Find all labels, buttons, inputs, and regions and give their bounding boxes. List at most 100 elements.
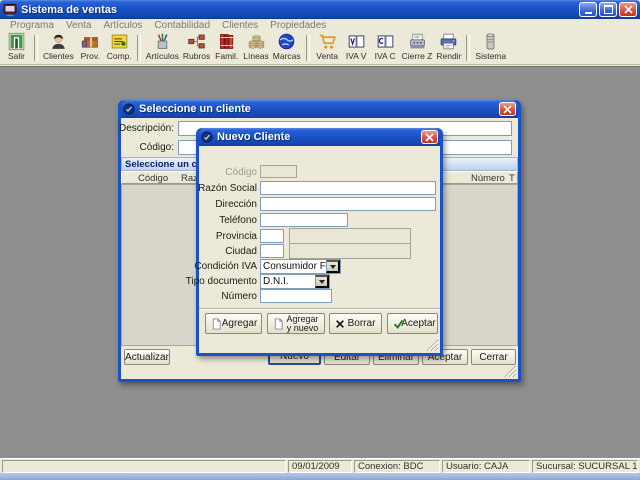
chevron-down-icon <box>318 279 325 284</box>
nc-tipo-documento-combo[interactable]: D.N.I. <box>260 274 330 289</box>
nc-condicion-iva-combo[interactable]: Consumidor Final <box>260 259 341 274</box>
nc-numero-label: Número <box>221 291 257 302</box>
status-panel-connection: Conexion: BDC <box>354 459 440 473</box>
window-bottom-border <box>0 473 640 480</box>
nc-direccion-input[interactable] <box>260 197 436 211</box>
nc-direccion-label: Dirección <box>215 199 257 210</box>
nc-ciudad-name-field <box>289 243 411 259</box>
articles-brushes-icon <box>153 32 172 51</box>
families-books-icon <box>217 32 236 51</box>
lines-coins-icon <box>247 32 266 51</box>
accept-check-icon <box>393 318 404 329</box>
status-panel-date: 09/01/2009 <box>288 459 352 473</box>
menu-item-clientes[interactable]: Clientes <box>216 20 264 31</box>
borrar-button[interactable]: Borrar <box>329 313 382 334</box>
close-button[interactable] <box>619 2 637 17</box>
nc-aceptar-button[interactable]: Aceptar <box>387 313 438 334</box>
toolbar-venta-button[interactable]: Venta <box>313 32 342 64</box>
toolbar-rubros-button[interactable]: Rubros <box>181 32 212 64</box>
new-client-titlebar[interactable]: Nuevo Cliente <box>199 128 440 146</box>
new-client-dialog: Nuevo Cliente Código Razón Social Direcc… <box>186 128 443 356</box>
iva-purchases-book-icon <box>376 32 395 51</box>
menu-item-contabilidad[interactable]: Contabilidad <box>148 20 216 31</box>
toolbar-lineas-button[interactable]: Líneas <box>241 32 271 64</box>
grid-column-codigo[interactable]: Código <box>138 173 168 184</box>
codigo-label: Código: <box>139 142 174 153</box>
cerrar-button[interactable]: Cerrar <box>471 349 516 365</box>
system-tower-icon <box>481 32 500 51</box>
nc-tipo-documento-label: Tipo documento <box>185 276 257 287</box>
borrar-label: Borrar <box>347 318 376 329</box>
nc-ciudad-code-input[interactable] <box>260 244 284 258</box>
toolbar-articulos-button[interactable]: Artículos <box>144 32 181 64</box>
toolbar-salir-button[interactable]: Salir <box>2 32 31 64</box>
maximize-icon <box>603 5 613 14</box>
toolbar-proveedores-button[interactable]: Prov. <box>76 32 105 64</box>
nc-razon-social-label: Razón Social <box>198 183 257 194</box>
actualizar-button[interactable]: Actualizar <box>124 349 170 365</box>
nc-tipo-documento-dropdown-button[interactable] <box>315 275 329 288</box>
resize-grip[interactable] <box>504 365 517 378</box>
close-icon <box>425 132 434 142</box>
dialog-icon <box>201 131 213 143</box>
app-icon <box>3 3 17 17</box>
toolbar-marcas-button[interactable]: Marcas <box>271 32 303 64</box>
delete-x-icon <box>335 319 345 329</box>
window-title: Sistema de ventas <box>21 3 117 16</box>
minimize-button[interactable] <box>579 2 597 17</box>
new-client-content: Código Razón Social Dirección Teléfono P… <box>186 146 440 353</box>
nc-condicion-iva-dropdown-button[interactable] <box>326 260 340 273</box>
agregar-y-nuevo-label: Agregar y nuevo <box>286 313 319 333</box>
sale-cart-icon <box>318 32 337 51</box>
new-document-icon <box>211 318 222 330</box>
new-client-title: Nuevo Cliente <box>217 131 291 143</box>
toolbar-familias-button[interactable]: Famil. <box>212 32 241 64</box>
client-person-icon <box>49 32 68 51</box>
grid-column-numero[interactable]: Número <box>471 173 505 184</box>
menu-item-programa[interactable]: Programa <box>4 20 60 31</box>
dialog-icon <box>123 103 135 115</box>
toolbar-compras-button[interactable]: Comp. <box>105 32 134 64</box>
menu-item-venta[interactable]: Venta <box>60 20 98 31</box>
toolbar-clientes-button[interactable]: Clientes <box>41 32 76 64</box>
toolbar-iva-compras-button[interactable]: IVA C <box>371 32 400 64</box>
menu-bar: Programa Venta Artículos Contabilidad Cl… <box>0 19 640 32</box>
agregar-button[interactable]: Agregar <box>205 313 262 334</box>
toolbar-rendir-button[interactable]: Rendir <box>434 32 463 64</box>
window-controls <box>579 2 637 17</box>
toolbar-iva-ventas-button[interactable]: IVA V <box>342 32 371 64</box>
main-titlebar[interactable]: Sistema de ventas <box>0 0 640 19</box>
menu-item-articulos[interactable]: Artículos <box>98 20 149 31</box>
status-panel-branch: Sucursal: SUCURSAL 1 <box>532 459 638 473</box>
toolbar-separator <box>136 35 141 61</box>
status-panel-user: Usuario: CAJA <box>442 459 530 473</box>
minimize-icon <box>584 12 592 14</box>
select-client-titlebar[interactable]: Seleccione un cliente <box>121 100 518 118</box>
menu-item-propiedades[interactable]: Propiedades <box>264 20 332 31</box>
resize-grip[interactable] <box>426 339 439 352</box>
grid-column-t[interactable]: T <box>509 173 515 184</box>
toolbar-separator <box>305 35 310 61</box>
nc-numero-input[interactable] <box>260 289 332 303</box>
status-bar: 09/01/2009 Conexion: BDC Usuario: CAJA S… <box>0 458 640 473</box>
nc-razon-social-input[interactable] <box>260 181 436 195</box>
toolbar-separator <box>34 35 38 61</box>
nc-telefono-label: Teléfono <box>219 215 257 226</box>
nc-provincia-label: Provincia <box>215 231 257 242</box>
button-panel-divider <box>199 308 440 309</box>
agregar-y-nuevo-button[interactable]: Agregar y nuevo <box>267 313 325 334</box>
main-window: Sistema de ventas Programa Venta Artícul… <box>0 0 640 480</box>
nc-telefono-input[interactable] <box>260 213 348 227</box>
toolbar-sistema-button[interactable]: Sistema <box>473 32 508 64</box>
select-client-close-button[interactable] <box>499 102 516 116</box>
provider-box-icon <box>81 32 100 51</box>
maximize-button[interactable] <box>599 2 617 17</box>
descripcion-label: Descripción: <box>118 123 174 134</box>
agregar-label: Agregar <box>221 318 258 329</box>
nc-codigo-label: Código <box>225 167 257 178</box>
nc-provincia-code-input[interactable] <box>260 229 284 243</box>
chevron-down-icon <box>329 264 336 269</box>
toolbar-cierre-z-button[interactable]: Cierre Z <box>400 32 435 64</box>
toolbar: Salir Clientes Prov. Comp. Artículos Rub… <box>0 32 640 65</box>
new-client-close-button[interactable] <box>421 130 438 144</box>
